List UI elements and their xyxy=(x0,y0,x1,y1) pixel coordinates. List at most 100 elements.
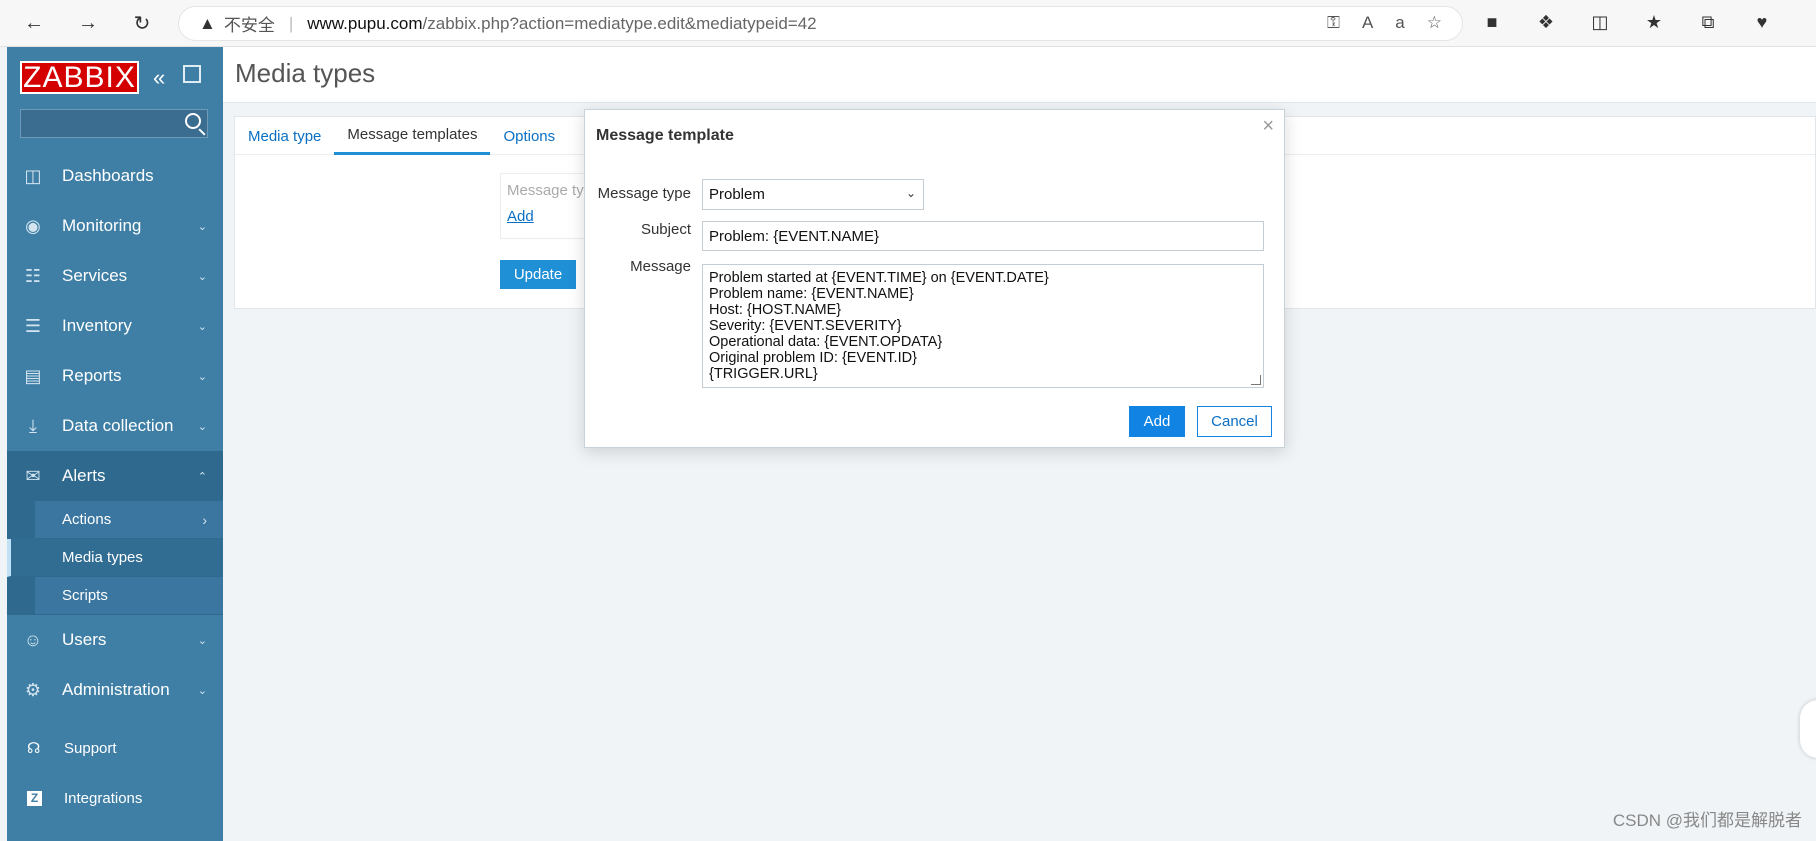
menu-label: Dashboards xyxy=(62,166,154,185)
key-icon[interactable]: ⚿ xyxy=(1327,13,1340,33)
menu-label: Inventory xyxy=(62,316,132,335)
menu-item-dashboards[interactable]: ◫ Dashboards xyxy=(7,151,223,201)
subject-label: Subject xyxy=(640,221,691,238)
forward-icon[interactable]: → xyxy=(72,8,104,38)
message-type-label: Message type xyxy=(597,185,691,202)
zabbix-z-icon: Z xyxy=(27,790,42,806)
message-line: {TRIGGER.URL} xyxy=(709,366,818,382)
puzzle-icon[interactable]: ❖ xyxy=(1534,10,1558,34)
menu-label: Data collection xyxy=(62,416,174,435)
chevron-down-icon: ⌄ xyxy=(197,320,207,333)
menu-item-inventory[interactable]: ☰ Inventory ⌄ xyxy=(7,301,223,351)
menu-item-services[interactable]: ☷ Services ⌄ xyxy=(7,251,223,301)
cancel-button[interactable]: Cancel xyxy=(1197,406,1272,437)
submenu-item-actions[interactable]: Actions › xyxy=(7,501,223,539)
page-title: Media types xyxy=(235,58,376,88)
chevron-down-icon: ⌄ xyxy=(197,270,207,283)
tab-options[interactable]: Options xyxy=(490,117,568,155)
message-textarea[interactable]: Problem started at {EVENT.TIME} on {EVEN… xyxy=(702,264,1264,388)
message-label: Message xyxy=(630,258,691,275)
main-menu: ◫ Dashboards ◉ Monitoring ⌄ ☷ Services ⌄… xyxy=(7,151,223,715)
chevron-down-icon: ⌄ xyxy=(197,370,207,383)
message-type-value: Problem xyxy=(709,186,765,203)
report-icon: ▤ xyxy=(24,365,42,386)
tab-message-templates[interactable]: Message templates xyxy=(334,117,491,155)
favorite-star-icon[interactable]: ☆ xyxy=(1427,13,1442,33)
search-icon[interactable] xyxy=(185,113,201,129)
menu-label: Alerts xyxy=(62,466,106,485)
list-icon: ☰ xyxy=(24,315,42,336)
subject-input[interactable]: Problem: {EVENT.NAME} xyxy=(702,221,1264,251)
chevron-down-icon: ⌄ xyxy=(197,684,207,697)
menu-item-administration[interactable]: ⚙ Administration ⌄ xyxy=(7,665,223,715)
add-template-link[interactable]: Add xyxy=(507,208,534,225)
resize-handle-icon[interactable] xyxy=(1251,375,1261,385)
menu-item-reports[interactable]: ▤ Reports ⌄ xyxy=(7,351,223,401)
reload-icon[interactable]: ↻ xyxy=(126,8,158,38)
menu-label: Users xyxy=(62,630,107,649)
back-icon[interactable]: ← xyxy=(18,8,50,38)
menu-item-monitoring[interactable]: ◉ Monitoring ⌄ xyxy=(7,201,223,251)
menu-item-alerts[interactable]: ✉ Alerts ⌃ xyxy=(7,451,223,501)
read-aloud-icon[interactable]: A xyxy=(1362,13,1373,33)
browser-toolbar: ← → ↻ ▲ 不安全 | www.pupu.com/zabbix.php?ac… xyxy=(0,0,1816,47)
download-icon: ⤓ xyxy=(29,415,37,436)
translate-icon[interactable]: a xyxy=(1395,13,1404,33)
submenu-item-scripts[interactable]: Scripts xyxy=(7,577,223,615)
services-icon: ☷ xyxy=(24,265,42,286)
kiosk-mode-icon[interactable] xyxy=(183,65,201,83)
menu-label: Administration xyxy=(62,680,170,699)
message-line: Original problem ID: {EVENT.ID} xyxy=(709,350,917,366)
menu-label: Reports xyxy=(62,366,122,385)
menu-item-users[interactable]: ☺ Users ⌄ xyxy=(7,615,223,665)
tab-media-type[interactable]: Media type xyxy=(235,117,334,155)
message-line: Problem name: {EVENT.NAME} xyxy=(709,286,914,302)
chevron-right-icon: › xyxy=(202,511,207,528)
menu-label: Monitoring xyxy=(62,216,142,235)
side-panel-handle[interactable] xyxy=(1800,700,1816,758)
message-templates-list: Message ty Add xyxy=(500,173,590,239)
chevron-down-icon: ⌄ xyxy=(197,420,207,433)
message-line: Problem started at {EVENT.TIME} on {EVEN… xyxy=(709,270,1049,286)
message-template-dialog: Message template × Message type Problem … xyxy=(584,109,1285,448)
message-type-select[interactable]: Problem ⌄ xyxy=(702,179,924,210)
dashboard-icon: ◫ xyxy=(24,165,42,186)
submenu-label: Scripts xyxy=(62,587,108,604)
url-path: /zabbix.php?action=mediatype.edit&mediat… xyxy=(422,13,817,33)
submenu-label: Media types xyxy=(62,549,143,566)
menu-item-data-collection[interactable]: ⤓ Data collection ⌄ xyxy=(7,401,223,451)
collections-icon[interactable]: ⧉ xyxy=(1696,10,1720,34)
alerts-submenu: Actions › Media types Scripts xyxy=(7,501,223,615)
update-button[interactable]: Update xyxy=(500,260,576,289)
url-host: www.pupu.com xyxy=(307,13,423,33)
chevron-down-icon: ⌄ xyxy=(197,220,207,233)
warning-icon: ▲ xyxy=(199,13,216,33)
add-button[interactable]: Add xyxy=(1129,406,1185,437)
footer-label: Integrations xyxy=(64,789,143,807)
zabbix-logo[interactable]: ZABBIX xyxy=(20,61,139,94)
split-screen-icon[interactable]: ◫ xyxy=(1588,10,1612,34)
message-type-column-header: Message ty xyxy=(507,182,584,199)
favorites-icon[interactable]: ★ xyxy=(1642,10,1666,34)
submenu-item-media-types[interactable]: Media types xyxy=(7,539,223,577)
collapse-sidebar-icon[interactable]: « xyxy=(153,65,165,91)
health-icon[interactable]: ♥ xyxy=(1750,10,1774,34)
page-header: Media types xyxy=(223,47,1816,103)
message-line: Severity: {EVENT.SEVERITY} xyxy=(709,318,902,334)
sidebar: ZABBIX « ◫ Dashboards ◉ Monitoring ⌄ ☷ S… xyxy=(7,47,223,841)
close-icon[interactable]: × xyxy=(1262,115,1274,138)
message-line: Host: {HOST.NAME} xyxy=(709,302,842,318)
chevron-up-icon: ⌃ xyxy=(197,470,207,483)
extension-app-icon[interactable]: ■ xyxy=(1480,10,1504,34)
address-bar[interactable]: ▲ 不安全 | www.pupu.com/zabbix.php?action=m… xyxy=(178,6,1463,41)
footer-item-support[interactable]: ☊ Support xyxy=(7,728,223,768)
insecure-label: 不安全 xyxy=(223,16,275,35)
chevron-down-icon: ⌄ xyxy=(197,634,207,647)
footer-item-integrations[interactable]: Z Integrations xyxy=(7,778,223,818)
footer-label: Support xyxy=(64,739,117,757)
message-line: Operational data: {EVENT.OPDATA} xyxy=(709,334,943,350)
sidebar-search-input[interactable] xyxy=(20,109,208,138)
mail-icon: ✉ xyxy=(25,465,41,486)
users-icon: ☺ xyxy=(23,629,43,650)
menu-label: Services xyxy=(62,266,128,285)
